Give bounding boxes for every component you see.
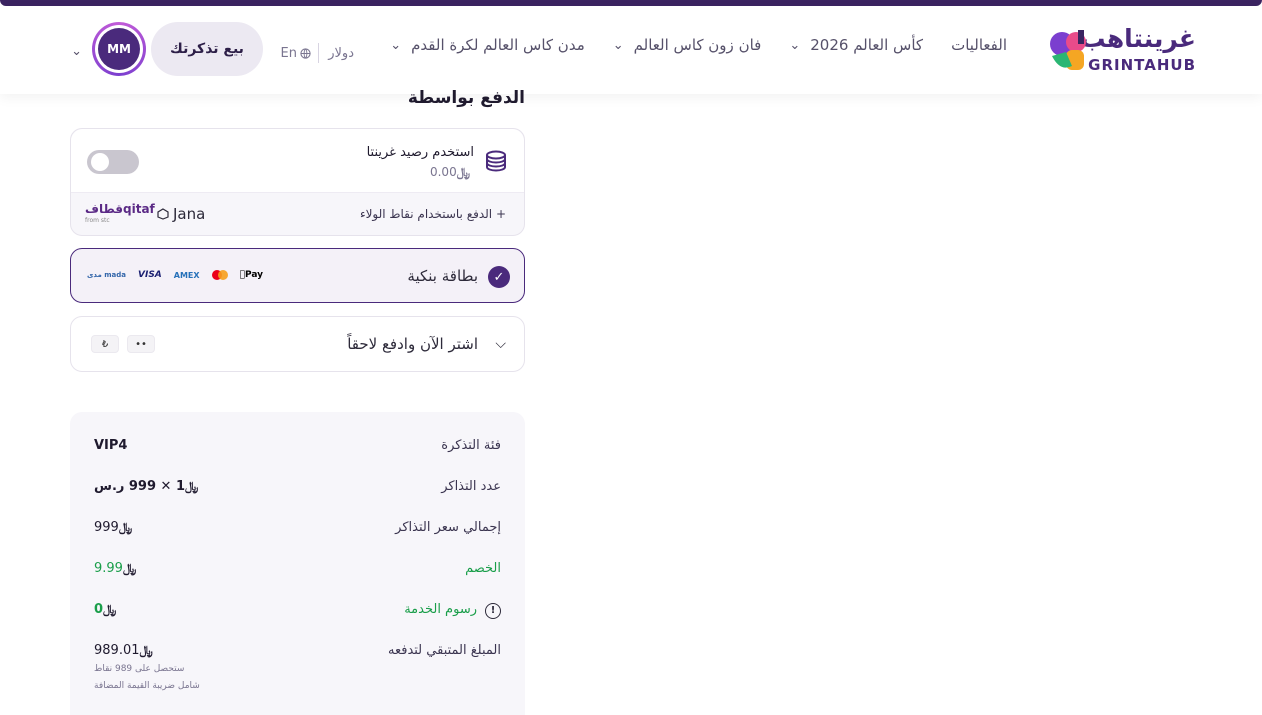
logo-mark-icon <box>1050 30 1086 70</box>
summary-row-discount: الخصم ﷼9.99 <box>94 561 501 576</box>
bnpl-provider-badge: •• <box>127 335 155 353</box>
card-brands: مدى mada VISA AMEX Pay <box>87 270 263 280</box>
bnpl-label: اشتر الآن وادفع لاحقاً <box>347 335 478 353</box>
payment-section-title: الدفع بواسطة <box>407 88 525 108</box>
bank-card-option[interactable]: ✓ بطاقة بنكية مدى mada VISA AMEX Pay <box>70 248 525 303</box>
summary-row-total-price: إجمالي سعر التذاكر ﷼999 <box>94 520 501 535</box>
summary-row-service-fee: !رسوم الخدمة ﷼0 <box>94 602 501 622</box>
bnpl-providers: ₺ •• <box>91 335 155 353</box>
wallet-label: استخدم رصيد غرينتا <box>366 145 474 160</box>
info-icon[interactable]: ! <box>485 603 501 619</box>
logo-english-text: GRINTAHUB <box>1088 56 1196 74</box>
summary-row-remaining: المبلغ المتبقي لتدفعه ﷼989.01 <box>94 643 501 658</box>
jana-logo[interactable]: Jana <box>157 205 205 223</box>
visa-icon: VISA <box>138 270 162 280</box>
amex-icon: AMEX <box>173 270 200 280</box>
summary-row-ticket-count: عدد التذاكر ﷼1 ✕ 999 ر.س <box>94 479 501 494</box>
chevron-down-icon: ⌄ <box>789 37 801 53</box>
jana-icon <box>157 208 169 220</box>
header-divider <box>318 43 319 63</box>
bank-card-label: بطاقة بنكية <box>407 267 478 285</box>
chevron-down-icon[interactable]: ⌄ <box>71 44 82 59</box>
nav-item-events[interactable]: الفعاليات <box>951 36 1007 54</box>
mastercard-icon <box>211 270 228 280</box>
bnpl-provider-badge: ₺ <box>91 335 119 353</box>
logo-arabic-text: غرينتاهب <box>1080 24 1196 53</box>
loyalty-points-link[interactable]: + الدفع باستخدام نقاط الولاء <box>360 207 506 221</box>
sell-ticket-button[interactable]: بيع تذكرتك <box>151 22 263 76</box>
language-selector[interactable]: En <box>281 46 311 61</box>
bnpl-option[interactable]: ⌵ اشتر الآن وادفع لاحقاً ₺ •• <box>70 316 525 372</box>
wallet-toggle[interactable] <box>87 150 139 174</box>
avatar[interactable]: MM <box>92 22 146 76</box>
main-nav: الفعاليات كأس العالم 2026 ⌄ فان زون كاس … <box>362 36 1007 54</box>
check-icon: ✓ <box>488 266 510 288</box>
vat-note: شامل ضريبة القيمة المضافة <box>94 681 200 691</box>
points-note: ستحصل على 989 نقاط <box>94 664 185 674</box>
currency-selector[interactable]: دولار <box>328 46 354 61</box>
logo[interactable]: غرينتاهب GRINTAHUB <box>1046 24 1196 76</box>
nav-item-fan-zone[interactable]: فان زون كاس العالم ⌄ <box>613 36 762 54</box>
chevron-down-icon: ⌄ <box>390 37 402 53</box>
nav-item-world-cup-cities[interactable]: مدن كاس العالم لكرة القدم ⌄ <box>390 36 585 54</box>
mada-icon: مدى mada <box>87 271 126 279</box>
chevron-down-icon: ⌄ <box>612 37 624 53</box>
wallet-balance: ﷼0.00 <box>429 165 470 179</box>
qitaf-logo[interactable]: قطافqitaf from stc <box>85 203 155 227</box>
avatar-initials: MM <box>98 28 140 70</box>
coins-icon <box>486 150 506 172</box>
apple-pay-icon: Pay <box>239 270 263 280</box>
order-summary: فئة التذكرة VIP4 عدد التذاكر ﷼1 ✕ 999 ر.… <box>70 412 525 715</box>
wallet-card: استخدم رصيد غرينتا ﷼0.00 + الدفع باستخدا… <box>70 128 525 236</box>
nav-item-world-cup-2026[interactable]: كأس العالم 2026 ⌄ <box>789 36 923 54</box>
summary-row-ticket-category: فئة التذكرة VIP4 <box>94 438 501 453</box>
globe-icon <box>300 48 311 59</box>
site-header: غرينتاهب GRINTAHUB الفعاليات كأس العالم … <box>0 6 1262 94</box>
chevron-down-icon: ⌵ <box>495 336 506 352</box>
